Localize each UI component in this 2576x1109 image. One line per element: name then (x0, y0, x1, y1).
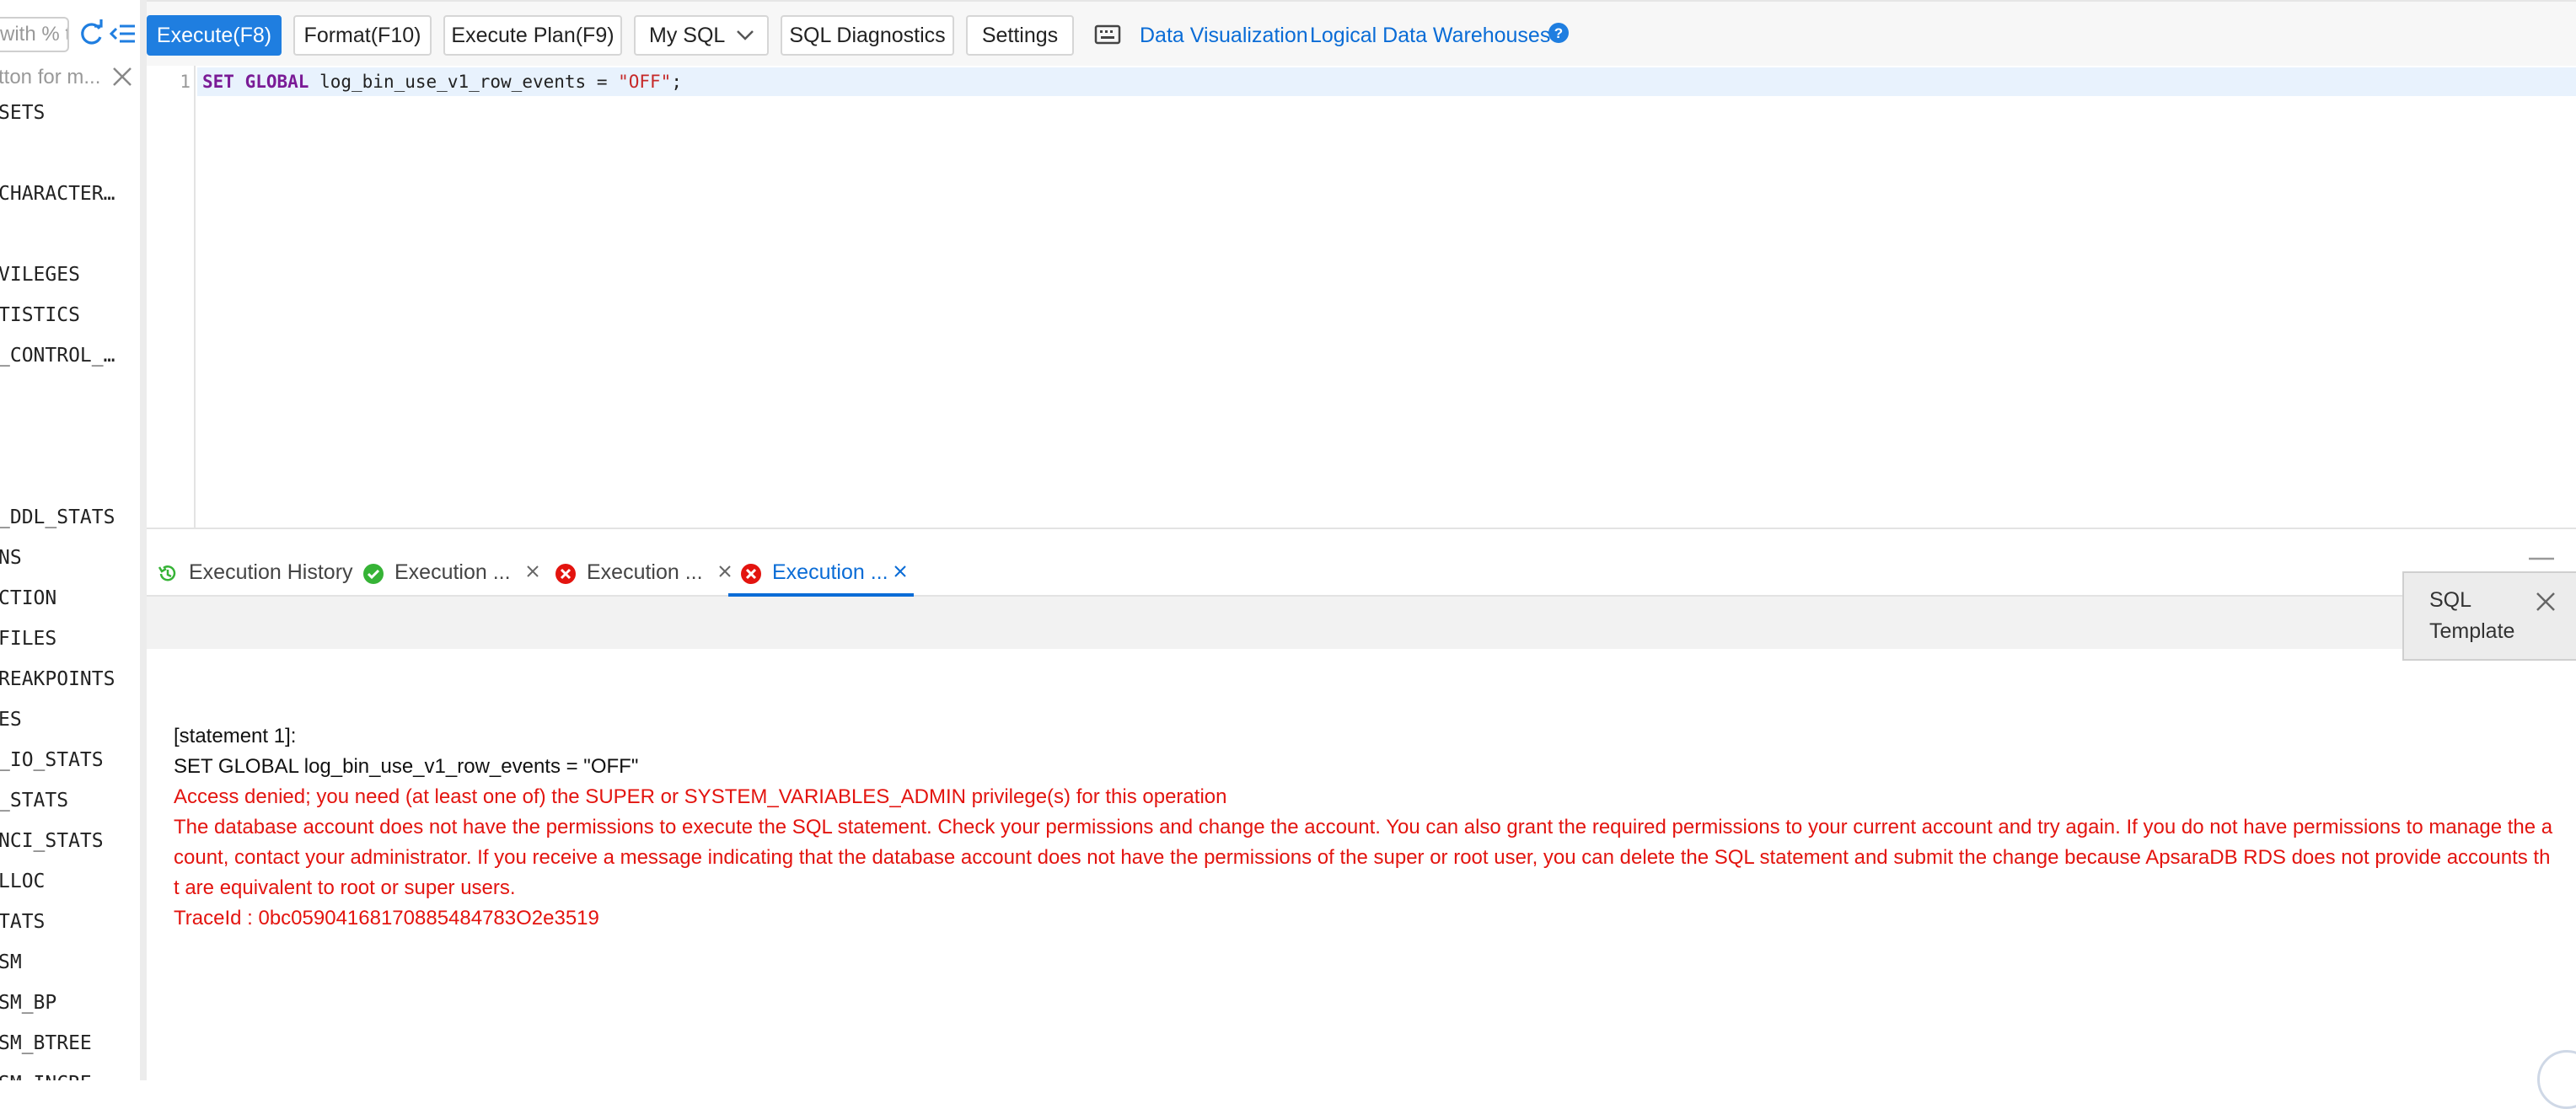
line-number: 1 (180, 72, 191, 92)
svg-text:?: ? (1554, 25, 1563, 41)
error-icon (555, 564, 576, 584)
format-button[interactable]: Format(F10) (293, 15, 432, 56)
error-message: Access denied; you need (at least one of… (174, 785, 1227, 808)
sidebar-tree-item[interactable]: NS (0, 541, 116, 575)
tab-execution-history[interactable]: Execution History (157, 549, 359, 597)
sidebar-tree-item[interactable]: VILEGES (0, 258, 116, 292)
sidebar-resize-handle[interactable] (140, 0, 147, 1080)
sidebar-tree-item[interactable]: SM_BP (0, 986, 116, 1020)
sidebar-tree-item[interactable]: ES (0, 703, 116, 737)
code-line[interactable]: SET GLOBAL log_bin_use_v1_row_events = "… (197, 67, 2576, 96)
keyword-set: SET (202, 72, 234, 92)
sidebar-tree-item[interactable]: SETS (0, 96, 116, 130)
sql-dialect-value: My SQL (649, 24, 726, 47)
sidebar-tree-item[interactable]: _DDL_STATS (0, 501, 116, 534)
sidebar-search-input[interactable]: with % t (0, 17, 69, 52)
tab-execution-result-3[interactable]: Execution ... (728, 549, 914, 597)
error-detail-line: t are equivalent to root or super users. (174, 876, 516, 899)
sidebar-tree-item[interactable]: TISTICS (0, 298, 116, 332)
results-header-strip (147, 597, 2576, 649)
tab-label: Execution History (189, 560, 353, 584)
editor-toolbar: Execute(F8) Format(F10) Execute Plan(F9)… (147, 0, 2576, 66)
sql-diagnostics-button[interactable]: SQL Diagnostics (781, 15, 954, 56)
error-icon (741, 564, 761, 584)
sql-editor[interactable]: 1 SET GLOBAL log_bin_use_v1_row_events =… (147, 66, 2576, 529)
tab-label: Execution ... (394, 560, 511, 584)
execution-result-panel: [statement 1]: SET GLOBAL log_bin_use_v1… (147, 649, 2576, 1080)
close-icon[interactable] (2534, 590, 2557, 613)
trace-id: TraceId : 0bc05904168170885484783О2e3519 (174, 907, 599, 930)
sql-dialect-select[interactable]: My SQL (634, 15, 769, 56)
sidebar-filter-hint: tton for m... (0, 66, 101, 88)
code-identifier: log_bin_use_v1_row_events = (309, 72, 619, 92)
code-terminator: ; (671, 72, 682, 92)
logical-data-warehouses-link[interactable]: Logical Data Warehouses (1310, 19, 1550, 52)
tab-execution-result-1[interactable]: Execution ... (362, 549, 541, 597)
sidebar-tree-item[interactable]: CHARACTER... (0, 177, 116, 211)
statement-sql: SET GLOBAL log_bin_use_v1_row_events = "… (174, 755, 639, 778)
results-tab-bar: Execution History Execution ... Executio… (147, 549, 2576, 597)
sidebar-tree-item[interactable]: _STATS (0, 784, 116, 817)
tab-label: Execution ... (772, 560, 888, 584)
error-detail-line: count, contact your administrator. If yo… (174, 846, 2551, 869)
sidebar-tree-item[interactable]: REAKPOINTS (0, 662, 116, 696)
sidebar-tree-item[interactable]: TATS (0, 905, 116, 939)
help-icon[interactable]: ? (1548, 22, 1570, 44)
sql-template-label: SQL Template (2429, 588, 2515, 643)
sidebar-tree-item[interactable]: _IO_STATS (0, 743, 116, 777)
data-visualization-link[interactable]: Data Visualization (1140, 19, 1308, 52)
keyboard-icon[interactable] (1094, 24, 1121, 46)
error-detail-line: The database account does not have the p… (174, 816, 2553, 838)
execute-button[interactable]: Execute(F8) (147, 15, 282, 56)
chevron-down-icon (737, 30, 754, 40)
sidebar-tree-item[interactable]: LLOC (0, 865, 116, 898)
settings-button[interactable]: Settings (966, 15, 1074, 56)
sidebar-tree-item[interactable]: NCI_STATS (0, 824, 116, 858)
collapse-list-icon[interactable] (110, 19, 137, 49)
close-icon[interactable] (523, 561, 543, 581)
tab-execution-result-2[interactable]: Execution ... (555, 549, 733, 597)
close-icon[interactable] (110, 64, 135, 89)
menu-icon[interactable] (2527, 556, 2556, 573)
statement-header: [statement 1]: (174, 725, 297, 747)
refresh-icon[interactable] (78, 19, 105, 49)
sidebar-tree-item[interactable]: FILES (0, 622, 116, 656)
line-number-gutter: 1 (147, 66, 196, 528)
sql-template-panel[interactable]: SQL Template (2402, 571, 2576, 661)
sidebar-tree-item[interactable]: SM_BTREE (0, 1026, 116, 1060)
sidebar-tree-item[interactable]: _CONTROL_... (0, 339, 116, 372)
close-icon[interactable] (890, 561, 910, 581)
success-icon (363, 564, 384, 584)
sidebar-tree-item[interactable]: CTION (0, 581, 116, 615)
code-string: "OFF" (618, 72, 672, 92)
sidebar-tree-item[interactable]: SM (0, 946, 116, 979)
history-icon (158, 565, 176, 581)
execute-plan-button[interactable]: Execute Plan(F9) (443, 15, 622, 56)
sidebar-tree-item[interactable]: SM_INCRE (0, 1067, 116, 1080)
tab-label: Execution ... (587, 560, 703, 584)
object-tree-sidebar: with % t tton for m... SETS CHARACTER...… (0, 0, 140, 1080)
keyword-global: GLOBAL (244, 72, 309, 92)
